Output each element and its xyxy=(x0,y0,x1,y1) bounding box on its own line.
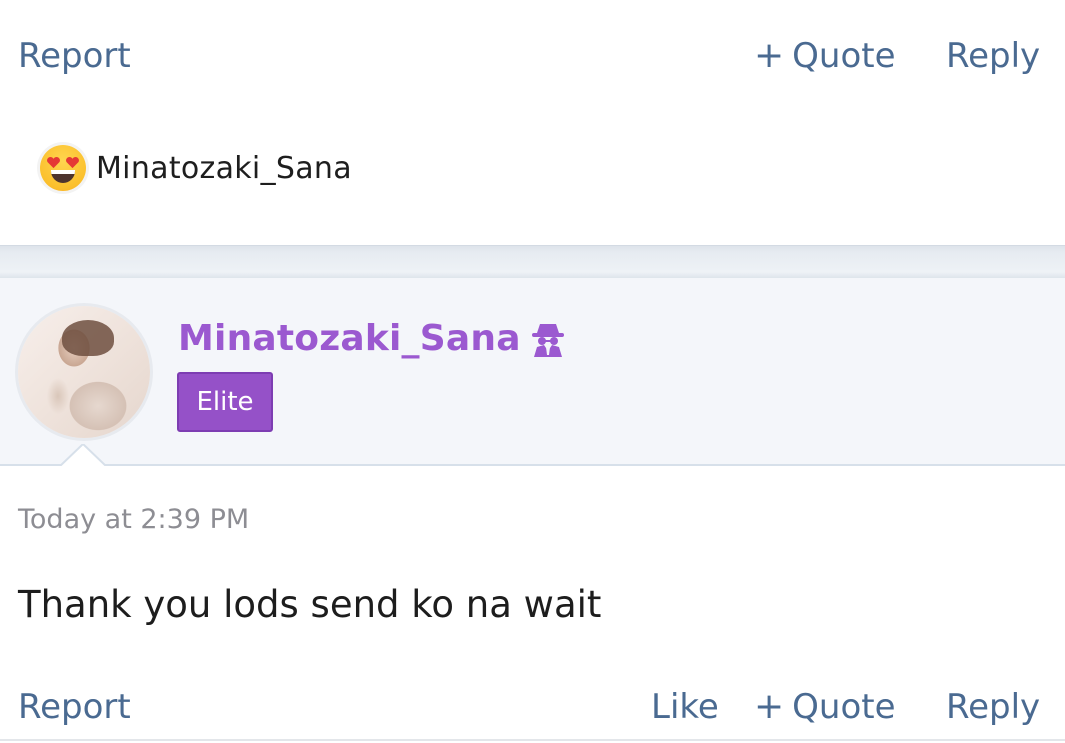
reaction-summary[interactable]: Minatozaki_Sana xyxy=(40,142,352,194)
spy-icon xyxy=(532,324,564,357)
quote-label: Quote xyxy=(792,36,896,76)
reaction-username[interactable]: Minatozaki_Sana xyxy=(96,151,352,186)
post-author-username[interactable]: Minatozaki_Sana xyxy=(178,318,521,359)
post-timestamp[interactable]: Today at 2:39 PM xyxy=(18,504,249,535)
report-link[interactable]: Report xyxy=(18,687,131,727)
thread-view: Report + Quote Reply Minatozaki_Sana Min… xyxy=(0,0,1065,743)
plus-icon: + xyxy=(754,35,785,76)
reply-button[interactable]: Reply xyxy=(946,687,1040,727)
heart-eye-right-icon xyxy=(66,156,79,169)
header-pointer-notch xyxy=(59,444,107,468)
reply-button[interactable]: Reply xyxy=(946,36,1040,76)
plus-icon: + xyxy=(754,686,785,727)
report-link[interactable]: Report xyxy=(18,36,131,76)
post-message: Thank you lods send ko na wait xyxy=(18,583,602,626)
heart-eyes-emoji-icon xyxy=(40,145,86,191)
emoji-mouth xyxy=(51,170,75,183)
like-button[interactable]: Like xyxy=(651,687,719,727)
user-rank-badge: Elite xyxy=(177,372,273,432)
quote-button[interactable]: + Quote xyxy=(754,686,896,728)
post-divider xyxy=(0,245,1065,278)
prev-post-actions: Report + Quote Reply xyxy=(0,0,1065,110)
heart-eye-left-icon xyxy=(47,156,60,169)
post-user-header xyxy=(0,278,1065,466)
quote-label: Quote xyxy=(792,687,896,727)
bottom-divider xyxy=(0,739,1065,741)
quote-button[interactable]: + Quote xyxy=(754,35,896,77)
avatar[interactable] xyxy=(18,306,150,438)
